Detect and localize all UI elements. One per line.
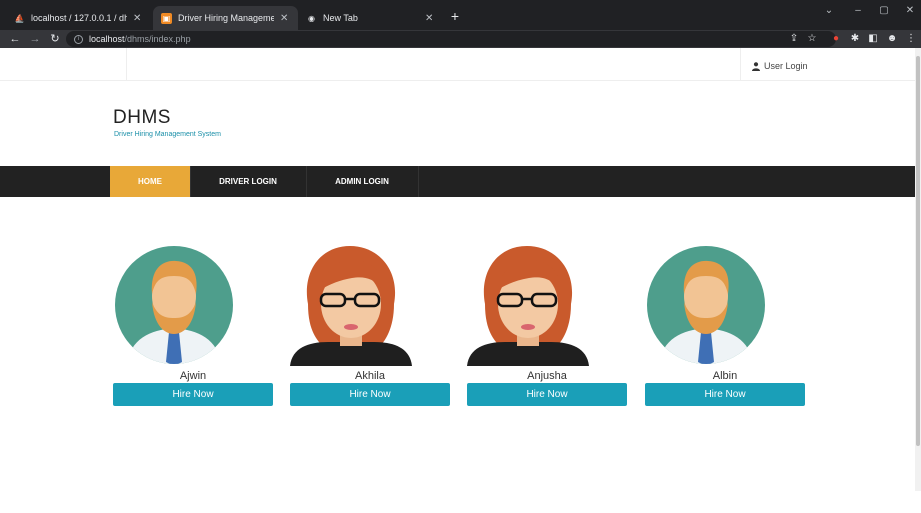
tab-title: Driver Hiring Management Syste bbox=[178, 13, 274, 23]
close-window-icon[interactable]: ✕ bbox=[903, 4, 917, 18]
user-icon bbox=[752, 61, 760, 71]
female-avatar-icon bbox=[290, 246, 412, 366]
main-navbar: HOME DRIVER LOGIN ADMIN LOGIN bbox=[0, 166, 915, 197]
browser-toolbar: ← → ↻ i localhost /dhms/index.php ⇪ ☆ ● … bbox=[0, 30, 921, 48]
reload-icon[interactable]: ↻ bbox=[48, 32, 62, 46]
share-icon[interactable]: ⇪ bbox=[788, 33, 800, 45]
tab-title: New Tab bbox=[323, 13, 358, 23]
close-icon[interactable]: ✕ bbox=[425, 13, 435, 24]
window-bottom bbox=[0, 491, 921, 513]
hire-now-button[interactable]: Hire Now bbox=[113, 383, 273, 406]
tab-new[interactable]: ◉ New Tab ✕ bbox=[298, 6, 443, 30]
url-path: /dhms/index.php bbox=[124, 34, 191, 44]
page-viewport: User Login DHMS Driver Hiring Management… bbox=[0, 48, 915, 491]
female-avatar-icon bbox=[467, 246, 589, 366]
phpmyadmin-icon: ⛵ bbox=[14, 13, 25, 23]
url-host: localhost bbox=[89, 34, 125, 44]
hire-now-button[interactable]: Hire Now bbox=[467, 383, 627, 406]
divider bbox=[740, 48, 741, 81]
tab-title: localhost / 127.0.0.1 / dhmsdb / t bbox=[31, 13, 127, 23]
driver-name: Ajwin bbox=[179, 370, 207, 382]
tab-phpmyadmin[interactable]: ⛵ localhost / 127.0.0.1 / dhmsdb / t ✕ bbox=[6, 6, 151, 30]
info-icon[interactable]: i bbox=[74, 34, 83, 44]
minimize-icon[interactable]: – bbox=[851, 4, 865, 18]
extension-icon[interactable]: ● bbox=[830, 33, 842, 45]
site-subtitle: Driver Hiring Management System bbox=[114, 131, 221, 138]
user-login-link[interactable]: User Login bbox=[752, 61, 808, 71]
male-avatar-icon bbox=[115, 246, 233, 364]
nav-admin-login[interactable]: ADMIN LOGIN bbox=[306, 166, 418, 197]
browser-tabstrip: ⛵ localhost / 127.0.0.1 / dhmsdb / t ✕ ▣… bbox=[0, 0, 921, 30]
website-icon: ▣ bbox=[161, 12, 172, 24]
close-icon[interactable]: ✕ bbox=[280, 13, 290, 24]
back-icon[interactable]: ← bbox=[8, 32, 22, 46]
page-scrollbar[interactable] bbox=[915, 48, 921, 491]
bookmark-star-icon[interactable]: ☆ bbox=[806, 33, 818, 45]
tab-dhms[interactable]: ▣ Driver Hiring Management Syste ✕ bbox=[153, 6, 298, 30]
profile-avatar-icon[interactable]: ☻ bbox=[886, 33, 898, 45]
extensions-puzzle-icon[interactable]: ✱ bbox=[849, 33, 861, 45]
driver-name: Akhila bbox=[355, 370, 385, 382]
top-bar: User Login bbox=[0, 48, 915, 81]
maximize-icon[interactable]: ▢ bbox=[877, 4, 891, 18]
side-panel-icon[interactable]: ◧ bbox=[867, 33, 879, 45]
hire-now-button[interactable]: Hire Now bbox=[290, 383, 450, 406]
address-bar[interactable]: i localhost /dhms/index.php bbox=[66, 31, 836, 47]
nav-driver-login[interactable]: DRIVER LOGIN bbox=[190, 166, 306, 197]
chrome-icon: ◉ bbox=[308, 13, 315, 23]
close-icon[interactable]: ✕ bbox=[133, 13, 143, 24]
hire-now-button[interactable]: Hire Now bbox=[645, 383, 805, 406]
forward-icon[interactable]: → bbox=[28, 32, 42, 46]
divider bbox=[126, 48, 127, 81]
scrollbar-thumb[interactable] bbox=[916, 56, 920, 446]
nav-home[interactable]: HOME bbox=[110, 166, 190, 197]
menu-icon[interactable]: ⋮ bbox=[905, 33, 917, 45]
tab-search-icon[interactable]: ⌄ bbox=[822, 4, 836, 18]
new-tab-button[interactable]: + bbox=[448, 8, 462, 24]
user-login-label: User Login bbox=[764, 61, 808, 71]
driver-name: Albin bbox=[712, 370, 738, 382]
driver-name: Anjusha bbox=[527, 370, 567, 382]
site-title[interactable]: DHMS bbox=[113, 107, 171, 129]
male-avatar-icon bbox=[647, 246, 765, 364]
nav-divider bbox=[418, 166, 419, 197]
